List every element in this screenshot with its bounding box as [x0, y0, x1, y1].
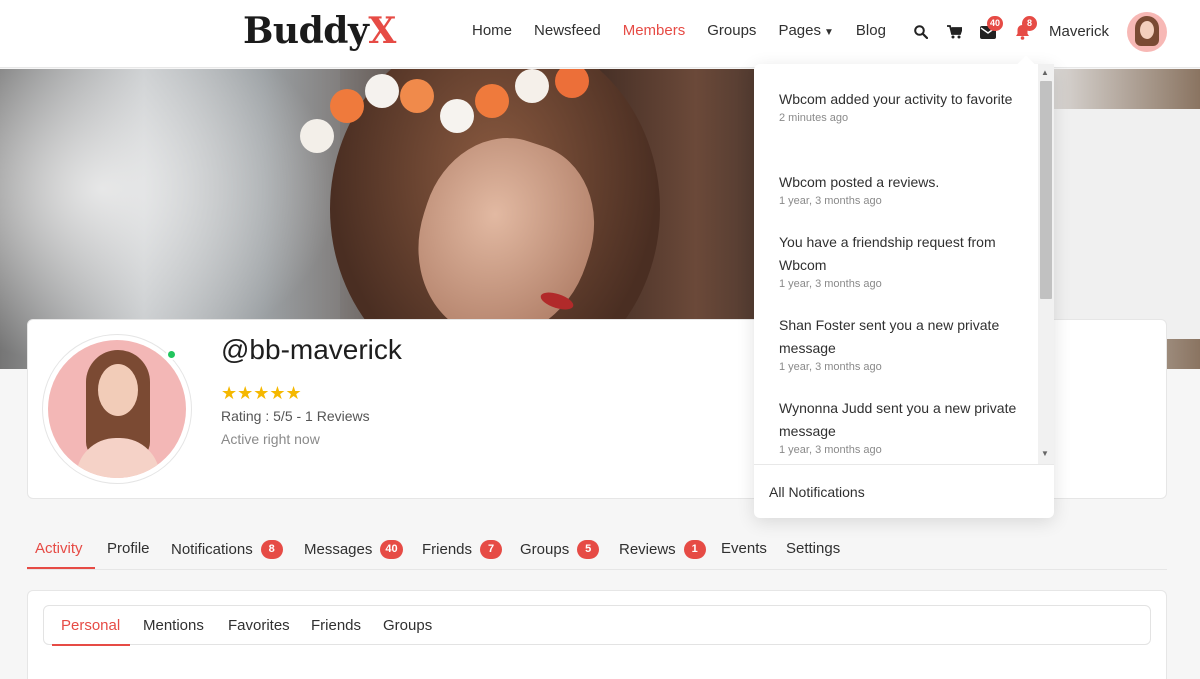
messages-badge: 40: [987, 16, 1004, 31]
tab-label: Groups: [520, 541, 570, 558]
nav-home[interactable]: Home: [472, 22, 512, 39]
notification-time: 2 minutes ago: [779, 112, 849, 124]
subtab-personal[interactable]: Personal: [61, 617, 120, 634]
notifications-footer: All Notifications: [754, 464, 1054, 518]
notification-text: Wbcom posted a reviews.: [779, 174, 940, 190]
tab-groups[interactable]: Groups 5: [520, 540, 600, 559]
site-header: BuddyX Home Newsfeed Members Groups Page…: [0, 0, 1200, 68]
subtab-favorites[interactable]: Favorites: [228, 617, 290, 634]
tab-count-badge: 40: [380, 540, 403, 559]
tab-count-badge: 5: [577, 540, 600, 559]
tab-events[interactable]: Events: [721, 540, 767, 557]
chevron-down-icon: ▼: [823, 27, 834, 38]
nav-members[interactable]: Members: [623, 22, 686, 39]
scroll-up-icon[interactable]: ▲: [1041, 68, 1049, 77]
tab-messages[interactable]: Messages 40: [304, 540, 403, 559]
notification-item[interactable]: Wbcom added your activity to favorite 2 …: [779, 88, 1029, 124]
notification-text: Shan Foster sent you a new private messa…: [779, 317, 1000, 356]
notification-time: 1 year, 3 months ago: [779, 195, 882, 207]
tab-label: Friends: [422, 541, 473, 558]
notification-time: 1 year, 3 months ago: [779, 444, 882, 456]
main-nav: Home Newsfeed Members Groups Pages ▼ Blog: [472, 22, 908, 39]
activity-status: Active right now: [221, 431, 320, 447]
notifications-dropdown: Wbcom added your activity to favorite 2 …: [754, 64, 1054, 518]
notification-item[interactable]: Shan Foster sent you a new private messa…: [779, 314, 1029, 373]
subtab-groups[interactable]: Groups: [383, 617, 432, 634]
tab-profile[interactable]: Profile: [107, 540, 150, 557]
rating-text: Rating : 5/5 - 1 Reviews: [221, 408, 370, 424]
notification-text: Wynonna Judd sent you a new private mess…: [779, 400, 1017, 439]
notification-text: You have a friendship request from Wbcom: [779, 234, 996, 273]
subtab-mentions[interactable]: Mentions: [143, 617, 204, 634]
activity-subtabs: Personal Mentions Favorites Friends Grou…: [43, 605, 1151, 646]
tab-activity[interactable]: Activity: [35, 540, 83, 557]
scroll-down-icon[interactable]: ▼: [1041, 449, 1049, 458]
notification-item[interactable]: Wbcom posted a reviews. 1 year, 3 months…: [779, 171, 1029, 207]
tab-count-badge: 1: [683, 540, 706, 559]
subtab-friends[interactable]: Friends: [311, 617, 361, 634]
tab-notifications[interactable]: Notifications 8: [171, 540, 283, 559]
scrollbar-thumb[interactable]: [1040, 81, 1052, 299]
all-notifications-link[interactable]: All Notifications: [769, 484, 865, 500]
notification-item[interactable]: Wynonna Judd sent you a new private mess…: [779, 397, 1029, 456]
nav-blog[interactable]: Blog: [856, 22, 886, 39]
tab-friends[interactable]: Friends 7: [422, 540, 503, 559]
nav-pages[interactable]: Pages ▼: [778, 22, 833, 39]
tab-label: Settings: [786, 540, 841, 557]
search-icon[interactable]: [912, 23, 930, 41]
notifications-badge: 8: [1022, 16, 1037, 31]
tab-label: Reviews: [619, 541, 676, 558]
tab-label: Events: [721, 540, 767, 557]
profile-handle: @bb-maverick: [221, 334, 402, 365]
tab-reviews[interactable]: Reviews 1: [619, 540, 706, 559]
active-tab-indicator: [27, 567, 95, 569]
active-subtab-indicator: [52, 644, 130, 646]
notification-time: 1 year, 3 months ago: [779, 278, 882, 290]
notification-text: Wbcom added your activity to favorite: [779, 91, 1013, 107]
tab-settings[interactable]: Settings: [786, 540, 840, 557]
site-logo[interactable]: BuddyX: [243, 10, 396, 52]
tab-count-badge: 8: [260, 540, 283, 559]
rating-stars: ★★★★★: [221, 383, 303, 404]
cart-icon[interactable]: [945, 23, 963, 41]
tab-label: Notifications: [171, 541, 253, 558]
online-status-dot: [166, 349, 177, 360]
user-name[interactable]: Maverick: [1049, 23, 1109, 40]
tab-label: Messages: [304, 541, 373, 558]
nav-newsfeed[interactable]: Newsfeed: [534, 22, 601, 39]
tab-count-badge: 7: [480, 540, 503, 559]
star-icons: ★★★★★: [221, 383, 302, 403]
notification-time: 1 year, 3 months ago: [779, 361, 882, 373]
nav-pages-label: Pages: [778, 22, 821, 39]
user-avatar[interactable]: [1127, 12, 1167, 52]
nav-groups[interactable]: Groups: [707, 22, 756, 39]
notifications-list: Wbcom added your activity to favorite 2 …: [754, 64, 1054, 464]
tab-label: Activity: [35, 540, 83, 557]
notification-item[interactable]: You have a friendship request from Wbcom…: [779, 231, 1029, 290]
profile-tabs: Activity Profile Notifications 8 Messages…: [27, 530, 1167, 570]
tab-label: Profile: [107, 540, 150, 557]
